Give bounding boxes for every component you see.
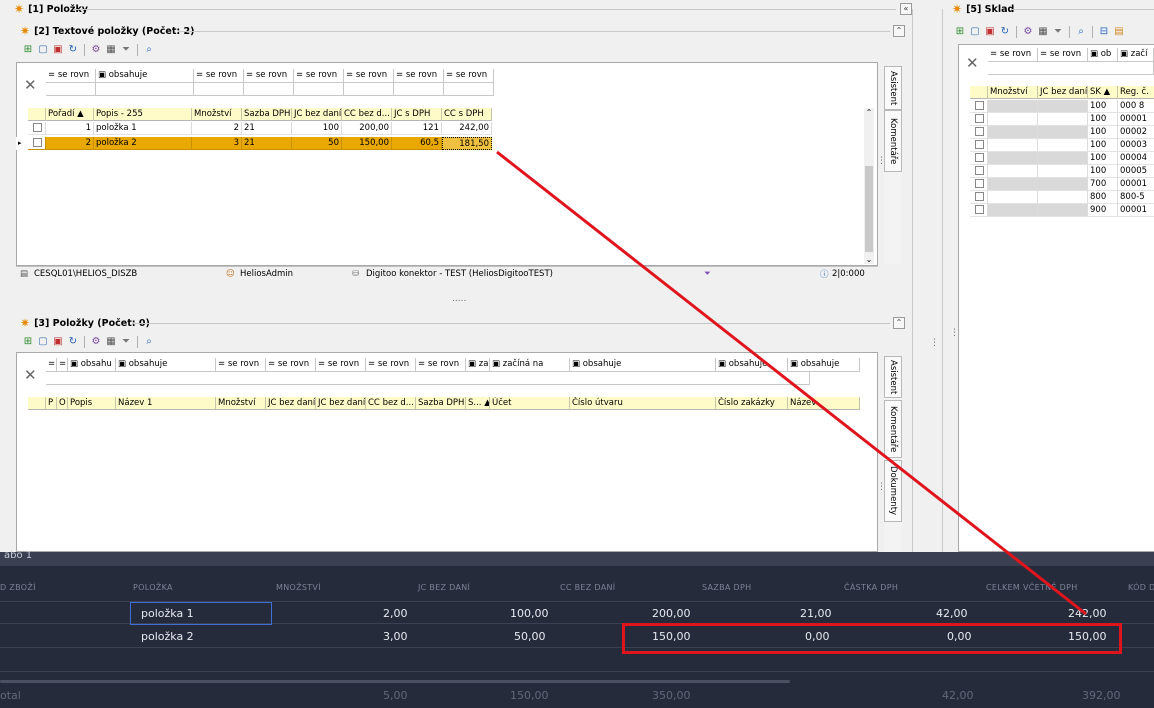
annotation-arrow [496, 150, 1087, 616]
